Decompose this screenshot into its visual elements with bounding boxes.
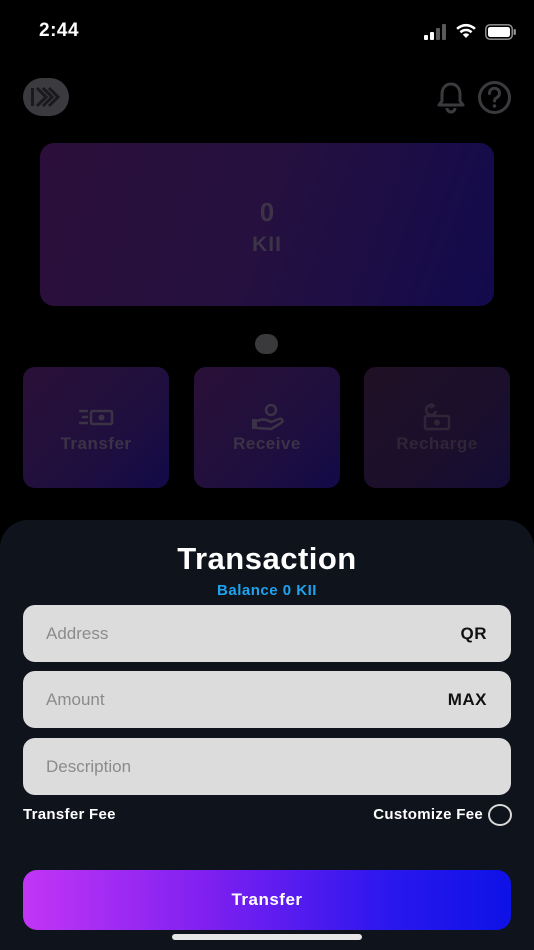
- carousel-page-indicator: [255, 334, 278, 354]
- description-field[interactable]: [23, 738, 511, 795]
- transfer-fee-label: Transfer Fee: [23, 806, 116, 823]
- cash-recharge-icon: [423, 403, 451, 431]
- receive-action-tile[interactable]: Receive: [194, 367, 340, 488]
- status-bar: 2:44: [0, 0, 534, 60]
- sheet-title: Transaction: [177, 541, 357, 576]
- amount-field[interactable]: MAX: [23, 671, 511, 728]
- receive-action-label: Receive: [233, 434, 301, 453]
- transaction-sheet: Transaction Balance 0 KII QR MAX Transfe…: [0, 520, 534, 950]
- recharge-action-tile[interactable]: Recharge: [364, 367, 510, 488]
- kii-logo-icon: [31, 86, 61, 108]
- customize-fee-radio[interactable]: [488, 804, 512, 826]
- sheet-balance: Balance 0 KII: [217, 582, 317, 599]
- status-time: 2:44: [39, 20, 80, 41]
- home-screen-background: 0 KII Transfer Receive Recharge: [0, 60, 534, 530]
- hand-receive-icon: [252, 403, 284, 431]
- help-icon[interactable]: [477, 80, 512, 115]
- description-input[interactable]: [23, 738, 511, 795]
- transfer-action-label: Transfer: [60, 434, 132, 453]
- notification-bell-icon[interactable]: [434, 80, 468, 114]
- amount-input[interactable]: [23, 671, 511, 728]
- cash-transfer-icon: [79, 409, 114, 426]
- balance-card: 0 KII: [40, 143, 494, 306]
- card-balance-amount: 0: [259, 197, 275, 227]
- address-input[interactable]: [23, 605, 511, 662]
- battery-icon: [485, 24, 516, 40]
- address-field[interactable]: QR: [23, 605, 511, 662]
- transfer-button-label: Transfer: [231, 890, 303, 909]
- qr-scan-button[interactable]: QR: [461, 624, 488, 644]
- recharge-action-label: Recharge: [396, 434, 478, 453]
- wifi-icon: [456, 23, 476, 38]
- transfer-action-tile[interactable]: Transfer: [23, 367, 169, 488]
- app-logo: [23, 78, 69, 116]
- customize-fee-label[interactable]: Customize Fee: [373, 806, 483, 823]
- home-indicator[interactable]: [172, 934, 362, 940]
- cellular-signal-icon: [424, 24, 446, 40]
- max-amount-button[interactable]: MAX: [448, 690, 487, 710]
- transfer-button[interactable]: Transfer: [23, 870, 511, 930]
- card-balance-unit: KII: [252, 233, 282, 256]
